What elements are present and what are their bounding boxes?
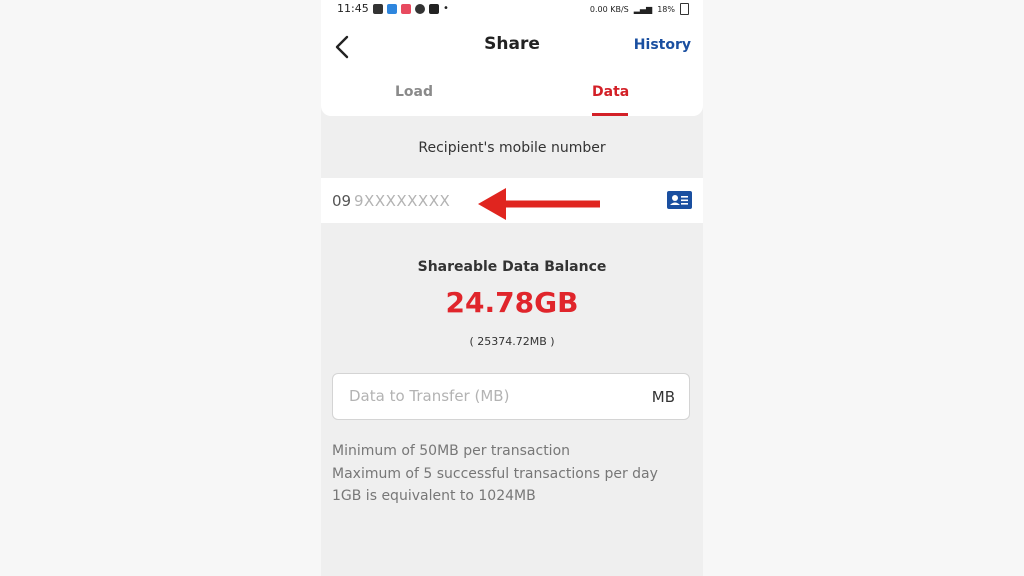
messenger-icon [387, 3, 397, 14]
balance-mb: ( 25374.72MB ) [469, 335, 555, 348]
annotation-arrow-icon [478, 188, 600, 220]
notification-icons: • [373, 3, 449, 14]
history-link[interactable]: History [634, 37, 691, 53]
data-transfer-input[interactable] [347, 386, 631, 406]
unit-label: MB [651, 388, 675, 406]
number-prefix: 09 [332, 192, 352, 210]
balance-label: Shareable Data Balance [417, 259, 607, 275]
battery-icon [680, 3, 689, 15]
contact-card-icon [670, 195, 688, 205]
network-speed: 0.00 KB/S [589, 4, 629, 14]
note-conversion: 1GB is equivalent to 1024MB [332, 488, 536, 504]
phone-screen: 11:45 • 0.00 KB/S ▂▄▆ 18% Share History … [321, 0, 703, 576]
recipient-label: Recipient's mobile number [418, 140, 606, 156]
youtube-icon [429, 3, 439, 14]
note-maximum: Maximum of 5 successful transactions per… [332, 465, 658, 482]
notification-icon [373, 3, 383, 14]
more-dot-icon: • [443, 3, 449, 14]
balance-gb: 24.78GB [445, 286, 579, 319]
signal-icon: ▂▄▆ [633, 4, 653, 14]
tab-data[interactable]: Data [592, 84, 629, 100]
transfer-notes: Minimum of 50MB per transaction Maximum … [332, 440, 658, 508]
status-right: 0.00 KB/S ▂▄▆ 18% [590, 3, 689, 15]
active-tab-indicator [592, 113, 628, 116]
battery-level: 18% [657, 4, 675, 14]
app-icon [401, 3, 411, 14]
note-minimum: Minimum of 50MB per transaction [332, 443, 571, 459]
tab-load[interactable]: Load [395, 84, 433, 100]
number-placeholder[interactable]: 9XXXXXXXX [354, 192, 450, 210]
status-bar: 11:45 • 0.00 KB/S ▂▄▆ 18% [321, 0, 703, 18]
status-time: 11:45 [337, 2, 369, 15]
contact-book-button[interactable] [667, 191, 692, 209]
github-icon [415, 3, 425, 14]
data-transfer-field[interactable]: MB [332, 373, 690, 420]
header: Share History Load Data [321, 18, 703, 116]
